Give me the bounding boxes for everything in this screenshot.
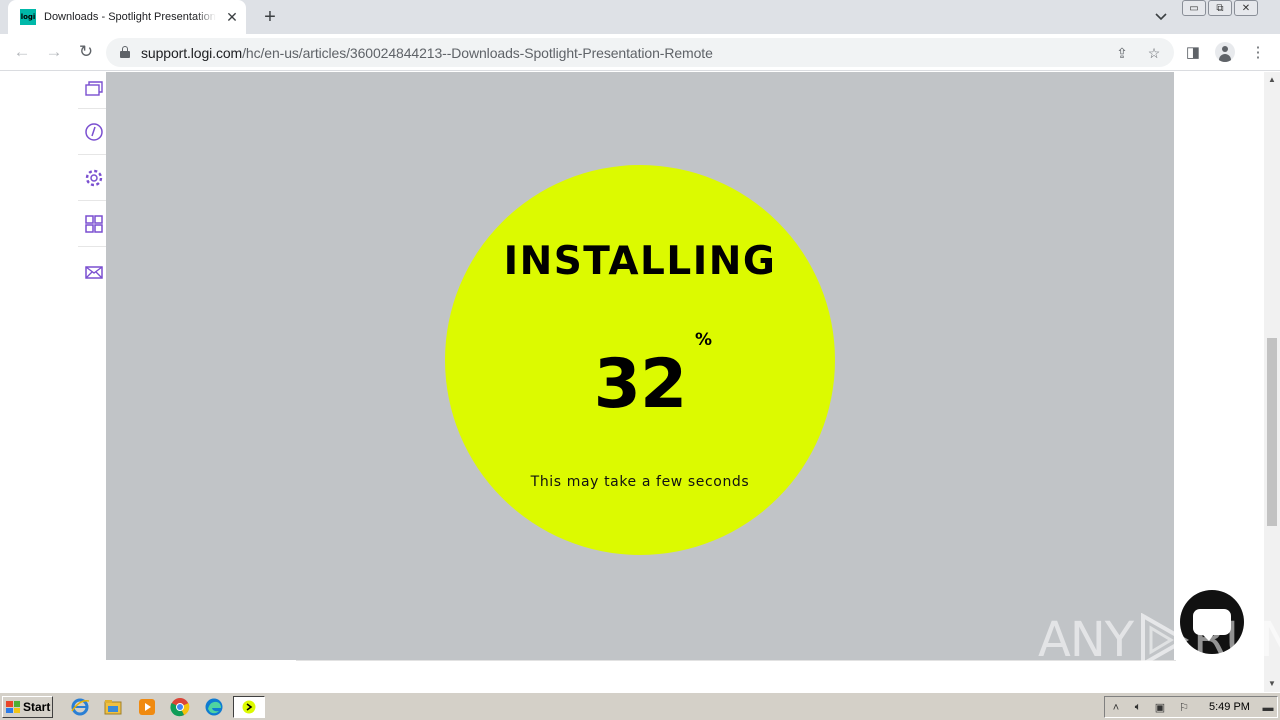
internet-explorer-icon[interactable] bbox=[70, 697, 90, 717]
apps-icon[interactable] bbox=[84, 214, 104, 234]
sidebar-divider bbox=[78, 154, 108, 155]
layers-icon[interactable] bbox=[84, 78, 104, 98]
chat-bubble-icon bbox=[1193, 609, 1231, 641]
start-button[interactable]: Start bbox=[2, 696, 53, 718]
bookmark-star-icon[interactable]: ☆ bbox=[1145, 44, 1163, 62]
taskbar-clock[interactable]: 5:49 PM bbox=[1209, 701, 1250, 713]
windows-logo-icon bbox=[6, 701, 20, 713]
progress-percent-value: 32 bbox=[593, 345, 688, 424]
installer-overlay: INSTALLING 32 % This may take a few seco… bbox=[106, 72, 1174, 660]
side-panel-icon[interactable]: ◨ bbox=[1182, 41, 1204, 63]
progress-percent-unit: % bbox=[695, 330, 713, 350]
action-center-flag-icon[interactable]: ⚐ bbox=[1177, 701, 1191, 714]
windows-taskbar: Start ˄ 🔈︎ ▣ ⚐ 5:49 PM ▬ bbox=[0, 692, 1280, 720]
start-label: Start bbox=[23, 700, 51, 714]
share-icon[interactable]: ⇪ bbox=[1113, 44, 1131, 62]
tab-strip: logi Downloads - Spotlight Presentation … bbox=[0, 0, 1280, 34]
close-window-button[interactable]: ✕ bbox=[1234, 0, 1258, 16]
screen: logi Downloads - Spotlight Presentation … bbox=[0, 0, 1280, 720]
back-button[interactable]: ← bbox=[10, 40, 34, 64]
sidebar-divider bbox=[78, 200, 108, 201]
system-tray: ˄ 🔈︎ ▣ ⚐ 5:49 PM ▬ bbox=[1104, 696, 1278, 718]
file-explorer-icon[interactable] bbox=[103, 697, 123, 717]
installer-app-taskbar-button[interactable] bbox=[233, 696, 265, 718]
profile-avatar-icon[interactable] bbox=[1214, 41, 1236, 63]
page-divider bbox=[296, 660, 1176, 661]
scroll-up-arrow-icon[interactable]: ▲ bbox=[1264, 72, 1280, 86]
chrome-menu-icon[interactable]: ⋮ bbox=[1247, 41, 1269, 63]
window-controls: ▭ ⧉ ✕ bbox=[1182, 0, 1274, 18]
tab-search-icon[interactable] bbox=[1152, 8, 1170, 26]
forward-button[interactable]: → bbox=[42, 40, 66, 64]
tray-expand-icon[interactable]: ˄ bbox=[1109, 701, 1123, 714]
web-page: INSTALLING 32 % This may take a few seco… bbox=[0, 72, 1280, 692]
reload-button[interactable]: ↻ bbox=[74, 40, 98, 64]
mail-icon[interactable] bbox=[84, 262, 104, 282]
scroll-thumb[interactable] bbox=[1267, 338, 1277, 526]
minimize-button[interactable]: ▭ bbox=[1182, 0, 1206, 16]
url-host: support.logi.com bbox=[141, 45, 243, 61]
restore-button[interactable]: ⧉ bbox=[1208, 0, 1232, 16]
logi-favicon-icon: logi bbox=[20, 9, 36, 25]
installing-heading: INSTALLING bbox=[503, 239, 777, 284]
new-tab-button[interactable]: + bbox=[259, 6, 281, 28]
installing-progress-circle: INSTALLING 32 % This may take a few seco… bbox=[445, 165, 835, 555]
show-desktop-icon[interactable]: ▬ bbox=[1261, 701, 1275, 714]
media-player-icon[interactable] bbox=[137, 697, 157, 717]
scroll-down-arrow-icon[interactable]: ▼ bbox=[1264, 676, 1280, 690]
lock-icon[interactable] bbox=[120, 46, 130, 58]
tab-title: Downloads - Spotlight Presentation Remot… bbox=[44, 11, 216, 23]
installing-subtext: This may take a few seconds bbox=[530, 474, 750, 490]
chrome-icon[interactable] bbox=[170, 697, 190, 717]
support-icon[interactable] bbox=[84, 122, 104, 142]
installer-app-icon bbox=[242, 700, 256, 714]
settings-icon[interactable] bbox=[84, 168, 104, 188]
chat-button[interactable] bbox=[1180, 590, 1244, 654]
volume-icon[interactable]: 🔈︎ bbox=[1131, 701, 1145, 714]
browser-tab[interactable]: logi Downloads - Spotlight Presentation … bbox=[8, 0, 246, 34]
url-path: /hc/en-us/articles/360024844213--Downloa… bbox=[242, 45, 713, 61]
browser-toolbar: ← → ↻ support.logi.com/hc/en-us/articles… bbox=[0, 34, 1280, 71]
address-bar[interactable]: support.logi.com/hc/en-us/articles/36002… bbox=[106, 38, 1174, 67]
sidebar-divider bbox=[78, 246, 108, 247]
network-icon[interactable]: ▣ bbox=[1153, 701, 1167, 714]
sidebar-divider bbox=[78, 108, 108, 109]
edge-icon[interactable] bbox=[204, 697, 224, 717]
tab-close-icon[interactable]: ✕ bbox=[224, 9, 240, 25]
url-text[interactable]: support.logi.com/hc/en-us/articles/36002… bbox=[141, 45, 713, 61]
page-scrollbar[interactable]: ▲ ▼ bbox=[1264, 72, 1280, 692]
